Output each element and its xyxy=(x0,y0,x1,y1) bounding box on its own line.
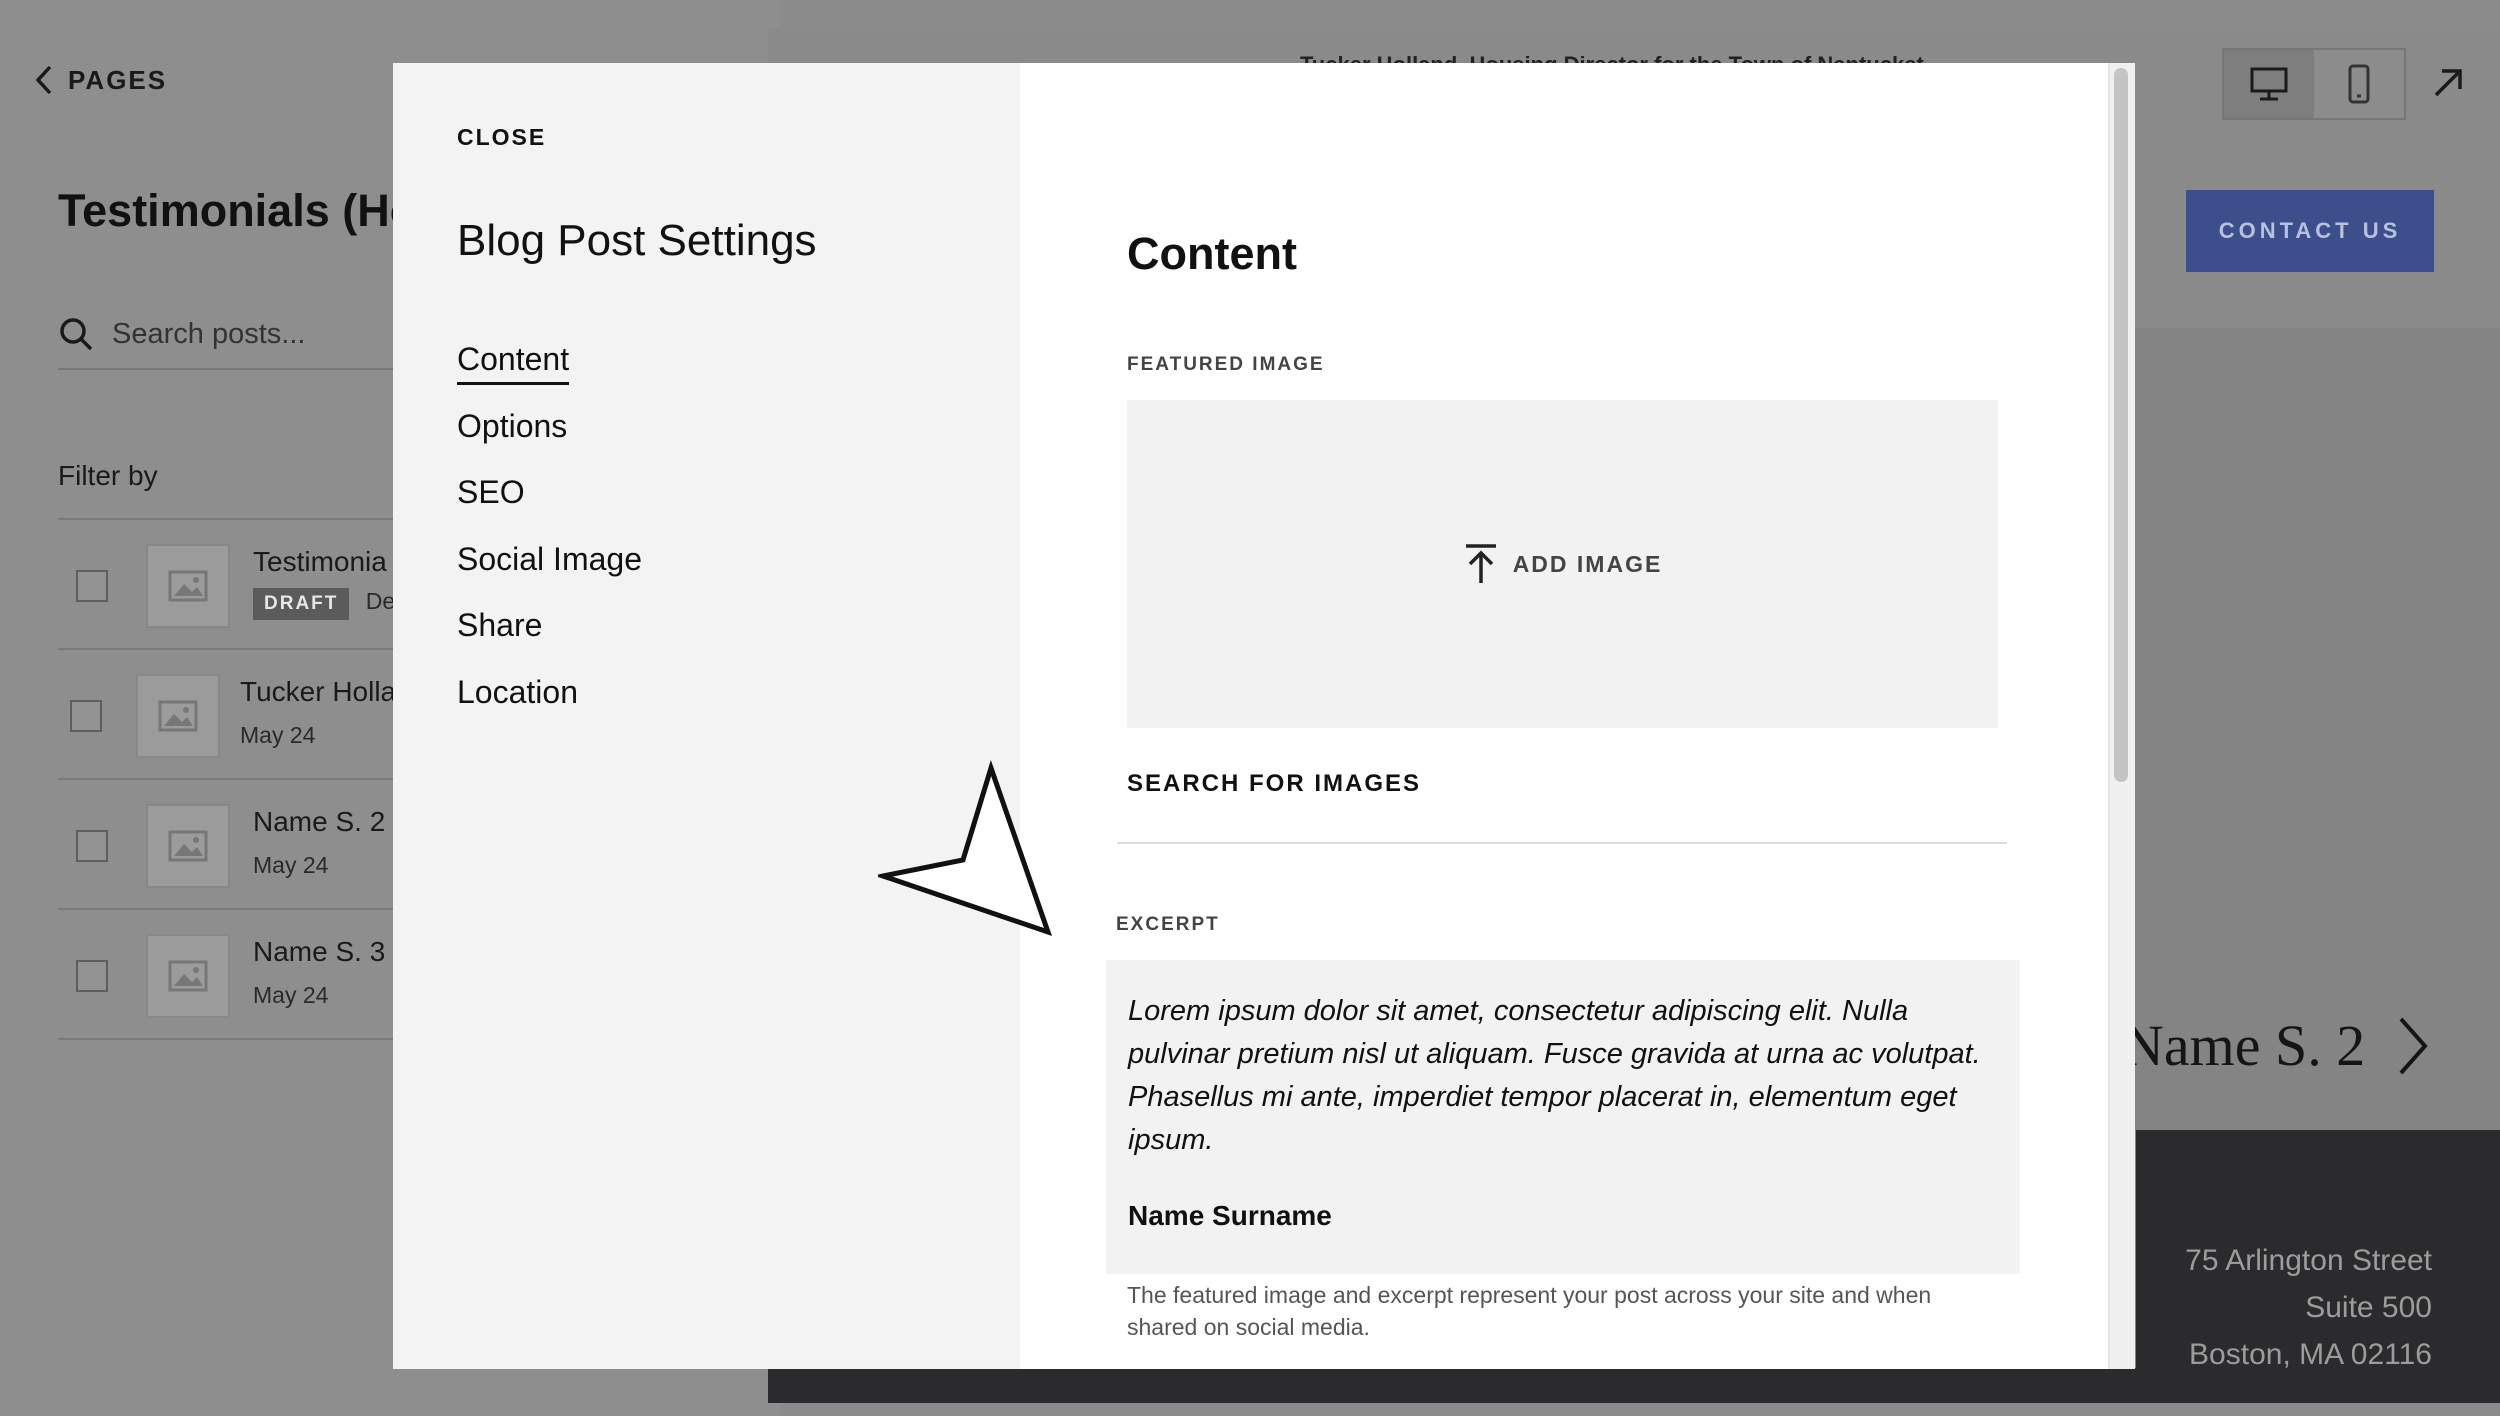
featured-image-label: FEATURED IMAGE xyxy=(1127,354,1325,375)
post-thumbnail xyxy=(146,804,230,888)
mobile-view-button[interactable] xyxy=(2314,50,2404,118)
pages-back-link[interactable]: PAGES xyxy=(34,64,167,96)
image-placeholder-icon xyxy=(168,830,208,862)
search-placeholder: Search posts... xyxy=(112,317,306,350)
settings-nav-content[interactable]: Content xyxy=(457,341,570,385)
post-date: May 24 xyxy=(240,722,316,748)
modal-scrollbar-thumb[interactable] xyxy=(2114,68,2128,782)
excerpt-text: Lorem ipsum dolor sit amet, consectetur … xyxy=(1128,995,1981,1156)
post-meta: DRAFT Dec xyxy=(253,588,407,620)
post-checkbox[interactable] xyxy=(76,830,108,862)
chevron-right-icon xyxy=(2399,1017,2428,1075)
filter-by-label[interactable]: Filter by xyxy=(58,460,158,492)
post-title: Name S. 2 xyxy=(253,806,386,837)
upload-icon xyxy=(1465,544,1496,583)
close-button[interactable]: CLOSE xyxy=(457,124,546,151)
address-line: 75 Arlington Street xyxy=(2185,1244,2432,1277)
excerpt-author: Name Surname xyxy=(1128,1200,1332,1231)
settings-nav-seo[interactable]: SEO xyxy=(457,474,525,511)
post-date: May 24 xyxy=(253,982,329,1008)
address-line: Boston, MA 02116 xyxy=(2189,1338,2432,1371)
cursor-arrow-icon xyxy=(873,759,1058,945)
search-icon xyxy=(60,318,93,351)
device-toggle xyxy=(2222,48,2406,120)
settings-nav-options[interactable]: Options xyxy=(457,408,567,445)
post-checkbox[interactable] xyxy=(76,570,108,602)
panel-title: Testimonials (Ho xyxy=(58,185,418,236)
chevron-left-icon xyxy=(35,65,52,95)
post-checkbox[interactable] xyxy=(70,700,102,732)
post-checkbox[interactable] xyxy=(76,960,108,992)
post-title: Tucker Holla xyxy=(240,676,397,707)
preview-footer-strip xyxy=(768,1368,2500,1403)
mobile-icon xyxy=(2348,64,2370,104)
open-external-button[interactable] xyxy=(2425,60,2471,106)
desktop-view-button[interactable] xyxy=(2224,50,2314,118)
search-for-images-button[interactable]: SEARCH FOR IMAGES xyxy=(1127,770,1421,798)
image-placeholder-icon xyxy=(158,700,198,732)
testimonial-name: Name S. 2 xyxy=(2122,1013,2366,1078)
draft-badge: DRAFT xyxy=(253,588,350,620)
image-placeholder-icon xyxy=(168,570,208,602)
open-external-icon xyxy=(2434,69,2462,97)
pages-back-label: PAGES xyxy=(68,64,168,95)
excerpt-editor[interactable]: Lorem ipsum dolor sit amet, consectetur … xyxy=(1106,960,2020,1274)
contact-us-button[interactable]: CONTACT US xyxy=(2186,190,2434,272)
excerpt-help-text: The featured image and excerpt represent… xyxy=(1127,1282,1932,1340)
add-image-label: ADD IMAGE xyxy=(1512,550,1663,577)
post-title: Testimonia xyxy=(253,546,387,577)
excerpt-label: EXCERPT xyxy=(1116,914,1220,935)
image-placeholder-icon xyxy=(168,960,208,992)
desktop-icon xyxy=(2250,67,2288,101)
post-title: Name S. 3 xyxy=(253,936,386,967)
content-heading: Content xyxy=(1127,228,1297,279)
settings-nav-share[interactable]: Share xyxy=(457,607,542,644)
section-divider xyxy=(1117,842,2007,844)
post-thumbnail xyxy=(146,934,230,1018)
settings-title: Blog Post Settings xyxy=(457,216,817,265)
next-testimonial-button[interactable] xyxy=(2395,1015,2429,1082)
post-thumbnail xyxy=(146,544,230,628)
address-line: Suite 500 xyxy=(2305,1291,2432,1324)
featured-image-dropzone[interactable]: ADD IMAGE xyxy=(1127,400,1998,728)
post-thumbnail xyxy=(136,674,220,758)
settings-nav-social-image[interactable]: Social Image xyxy=(457,541,642,578)
settings-nav-location[interactable]: Location xyxy=(457,674,578,711)
post-date: May 24 xyxy=(253,852,329,878)
